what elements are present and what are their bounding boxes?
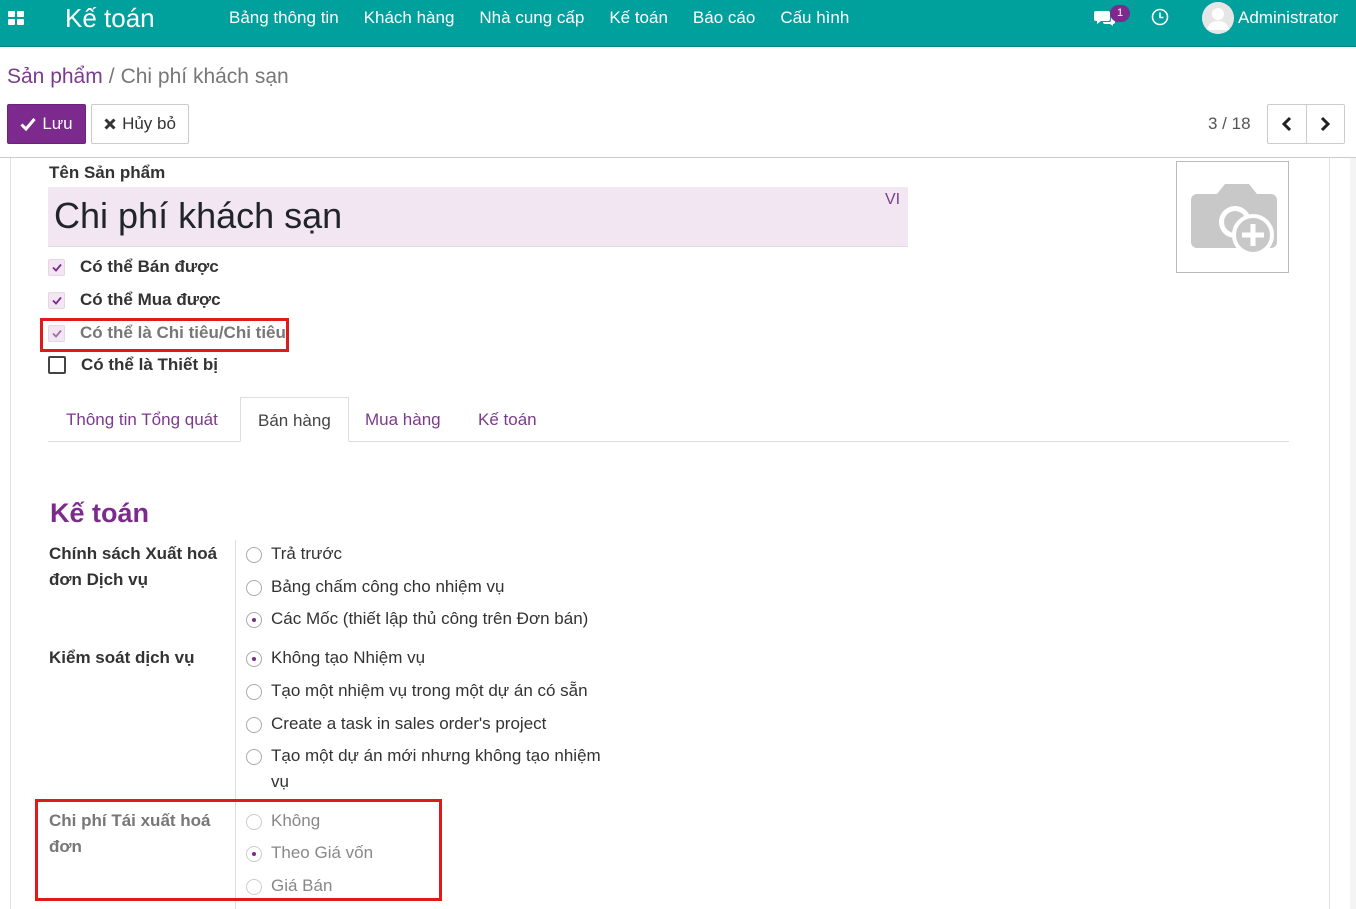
check-icon bbox=[20, 118, 36, 131]
radio-label-no-task: Không tạo Nhiệm vụ bbox=[271, 648, 426, 667]
pager-buttons bbox=[1267, 104, 1345, 144]
save-button[interactable]: Lưu bbox=[7, 104, 86, 144]
check-can-be-purchased[interactable]: Có thể Mua được bbox=[48, 289, 221, 311]
camera-add-icon bbox=[1191, 184, 1277, 256]
radio-button[interactable] bbox=[246, 717, 262, 733]
checkbox-can-be-sold[interactable] bbox=[48, 258, 65, 276]
radio-button[interactable] bbox=[246, 547, 262, 563]
radio-new-project-no-task[interactable]: Tạo một dự án mới nhưng không tạo nhiệm … bbox=[246, 746, 601, 795]
radio-label-new-project-no-task-wrap: vụ bbox=[271, 772, 289, 791]
radio-button[interactable] bbox=[246, 684, 262, 700]
checkmark-icon bbox=[51, 296, 62, 305]
radio-button-selected[interactable] bbox=[246, 651, 262, 667]
tab-sales[interactable]: Bán hàng bbox=[240, 397, 349, 442]
radio-label-task-existing-project: Tạo một nhiệm vụ trong một dự án có sẵn bbox=[271, 681, 588, 700]
invoice-policy-label-line2: đơn Dịch vụ bbox=[49, 570, 148, 589]
user-name[interactable]: Administrator bbox=[1238, 8, 1338, 28]
breadcrumb-separator: / bbox=[108, 65, 115, 88]
tab-accounting[interactable]: Kế toán bbox=[461, 397, 554, 442]
notebook-tabs: Thông tin Tổng quát Bán hàng Mua hàng Kế… bbox=[48, 397, 1289, 442]
service-tracking-label: Kiểm soát dịch vụ bbox=[49, 648, 195, 667]
close-icon bbox=[104, 118, 116, 130]
check-label-can-be-sold: Có thể Bán được bbox=[80, 257, 219, 276]
check-can-be-sold[interactable]: Có thể Bán được bbox=[48, 256, 219, 278]
breadcrumb-current: Chi phí khách sạn bbox=[120, 65, 289, 88]
menu-item-accounting[interactable]: Kế toán bbox=[609, 8, 668, 28]
radio-no-task[interactable]: Không tạo Nhiệm vụ bbox=[246, 648, 425, 671]
menu-item-vendors[interactable]: Nhà cung cấp bbox=[479, 8, 584, 28]
invoice-policy-label-line1: Chính sách Xuất hoá bbox=[49, 544, 218, 563]
app-brand[interactable]: Kế toán bbox=[65, 2, 155, 34]
menu-item-dashboard[interactable]: Bảng thông tin bbox=[229, 8, 339, 28]
cancel-button-label: Hủy bỏ bbox=[122, 114, 176, 133]
checkmark-icon bbox=[51, 263, 62, 272]
cancel-button[interactable]: Hủy bỏ bbox=[91, 104, 189, 144]
chevron-right-icon bbox=[1321, 116, 1331, 132]
check-can-be-equipment[interactable]: Có thể là Thiết bị bbox=[48, 354, 218, 376]
menu-item-customers[interactable]: Khách hàng bbox=[364, 8, 455, 28]
radio-task-sales-project[interactable]: Create a task in sales order's project bbox=[246, 714, 546, 737]
control-panel: Sản phẩm / Chi phí khách sạn Lưu Hủy bỏ 3 … bbox=[0, 47, 1356, 158]
tab-purchase[interactable]: Mua hàng bbox=[348, 397, 458, 442]
radio-button[interactable] bbox=[246, 580, 262, 596]
product-image-upload[interactable] bbox=[1176, 161, 1289, 273]
highlight-box-reinvoice bbox=[35, 799, 442, 901]
radio-label-task-sales-project: Create a task in sales order's project bbox=[271, 714, 547, 733]
chat-badge: 1 bbox=[1110, 5, 1130, 22]
pager-value[interactable]: 3 / 18 bbox=[1208, 114, 1251, 134]
radio-label-prepaid: Trả trước bbox=[271, 544, 343, 563]
radio-label-timesheet: Bảng chấm công cho nhiệm vụ bbox=[271, 577, 505, 596]
top-navbar: Kế toán Bảng thông tin Khách hàng Nhà cu… bbox=[0, 0, 1356, 47]
page-scrollbar[interactable] bbox=[1350, 158, 1356, 909]
radio-label-new-project-no-task: Tạo một dự án mới nhưng không tạo nhiệm bbox=[271, 746, 601, 765]
checkbox-can-be-equipment[interactable] bbox=[48, 356, 66, 374]
section-title-accounting: Kế toán bbox=[50, 498, 150, 528]
product-name-value[interactable]: Chi phí khách sạn bbox=[54, 194, 342, 238]
checkbox-can-be-purchased[interactable] bbox=[48, 291, 65, 309]
product-name-label: Tên Sản phẩm bbox=[49, 163, 166, 182]
activity-clock-icon[interactable] bbox=[1151, 8, 1169, 26]
user-avatar[interactable] bbox=[1202, 2, 1234, 34]
highlight-box-expense bbox=[40, 318, 289, 352]
radio-task-existing-project[interactable]: Tạo một nhiệm vụ trong một dự án có sẵn bbox=[246, 681, 588, 704]
main-menu: Bảng thông tin Khách hàng Nhà cung cấp K… bbox=[229, 8, 874, 28]
check-label-can-be-purchased: Có thể Mua được bbox=[80, 290, 221, 309]
save-button-label: Lưu bbox=[42, 114, 73, 133]
radio-invoice-prepaid[interactable]: Trả trước bbox=[246, 544, 342, 567]
check-label-can-be-equipment: Có thể là Thiết bị bbox=[81, 355, 218, 374]
menu-item-reports[interactable]: Báo cáo bbox=[693, 8, 755, 28]
menu-item-configuration[interactable]: Cấu hình bbox=[780, 8, 849, 28]
radio-button[interactable] bbox=[246, 749, 262, 765]
pager-next-button[interactable] bbox=[1305, 105, 1345, 143]
radio-invoice-timesheet[interactable]: Bảng chấm công cho nhiệm vụ bbox=[246, 577, 504, 600]
breadcrumb-parent-link[interactable]: Sản phẩm bbox=[7, 65, 103, 88]
pager-previous-button[interactable] bbox=[1268, 105, 1306, 143]
invoice-policy-label: Chính sách Xuất hoá đơn Dịch vụ bbox=[49, 541, 229, 593]
radio-button-selected[interactable] bbox=[246, 612, 262, 628]
tab-general-info[interactable]: Thông tin Tổng quát bbox=[49, 397, 235, 442]
chevron-left-icon bbox=[1281, 116, 1291, 132]
radio-invoice-milestones[interactable]: Các Mốc (thiết lập thủ công trên Đơn bán… bbox=[246, 609, 588, 632]
breadcrumb: Sản phẩm / Chi phí khách sạn bbox=[7, 64, 289, 90]
apps-menu-icon[interactable] bbox=[8, 11, 24, 25]
radio-label-milestones: Các Mốc (thiết lập thủ công trên Đơn bán… bbox=[271, 609, 589, 628]
language-toggle[interactable]: VI bbox=[885, 190, 900, 210]
